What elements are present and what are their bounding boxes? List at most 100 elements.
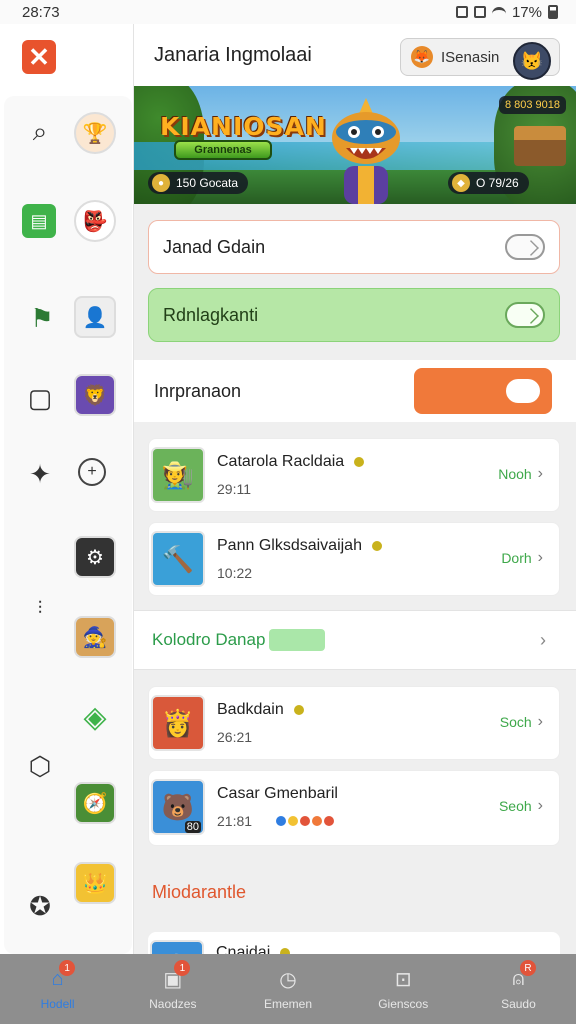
nav-profile[interactable]: ⍝ Saudo R <box>461 954 576 1024</box>
nav-label: Ememen <box>263 997 313 1011</box>
trophy-badge-icon[interactable]: 🏆 <box>74 112 116 154</box>
nfc-icon <box>455 6 468 18</box>
promo-banner[interactable]: KIANIOSAN Grannenas ● 150 Gocata ◆ O 79/… <box>134 86 576 204</box>
nav-compass[interactable]: ◷ Ememen <box>230 954 345 1024</box>
search-icon[interactable]: ⌕ <box>24 116 56 148</box>
toggle-c-switch[interactable] <box>414 368 552 414</box>
chevron-right-icon: › <box>537 713 543 730</box>
toggle-card-b[interactable]: Rdnlagkanti <box>148 288 560 342</box>
banner-title: KIANIOSAN <box>160 112 327 141</box>
game-title: Catarola Racldaia <box>217 453 345 470</box>
nav-label: Naodzes <box>149 997 197 1011</box>
user-switcher[interactable]: 🦊 ISenasin 😾 <box>400 38 560 80</box>
status-badges <box>275 816 334 826</box>
game-card[interactable]: 🐻 80 Casar Gmenbaril 21:81 Seoh › <box>148 770 560 846</box>
game-action-button[interactable]: Nooh › <box>498 465 543 483</box>
banner-subtitle-button[interactable]: Grannenas <box>174 140 272 160</box>
game-title: Pann Glksdsaivaijah <box>217 537 362 554</box>
window-icon[interactable]: ▢ <box>24 382 56 414</box>
battery-icon <box>548 5 558 19</box>
vibrate-icon <box>473 6 486 18</box>
left-rail: ✕ ⌕ 🏆 ▤ 👺 ⚑ 👤 ▢ 🦁 ✦ + ⚙ ⫶ 🧙 ◈ ⬡ 🧭 ✪ 👑 <box>0 24 134 954</box>
contact-card-icon[interactable]: 👤 <box>74 296 116 338</box>
star-icon[interactable]: ✦ <box>24 458 56 490</box>
game-title: Badkdain <box>217 701 284 718</box>
wifi-icon <box>491 7 506 17</box>
top-bar: Janaria Ingmolaai 🦊 ISenasin 😾 <box>134 24 576 86</box>
user-name: ISenasin <box>441 48 500 66</box>
flag-icon[interactable]: ⚑ <box>26 302 58 334</box>
character-thumb-icon: 🧝 <box>150 940 204 954</box>
game-name: Casar Gmenbaril <box>217 785 338 803</box>
bottom-nav: ⌂ Hodell 1 ▣ Naodzes 1 ◷ Ememen ⊡ Giensc… <box>0 954 576 1024</box>
toggle-c-label: Inrpranaon <box>154 380 242 401</box>
mini-avatar-icon: 🦊 <box>411 46 433 68</box>
farmer-character-icon: 🧑‍🌾 <box>151 447 205 503</box>
badge-dot <box>287 816 298 826</box>
game-action-button[interactable]: Soch › <box>500 713 543 731</box>
game-title: Cnaidai <box>216 944 271 954</box>
chevron-right-icon: › <box>540 629 546 650</box>
thumb-corner-label: 80 <box>184 821 201 833</box>
game-time: 29:11 <box>217 481 251 497</box>
gear-badge-icon[interactable]: ⚙ <box>74 536 116 578</box>
warrior-avatar-icon[interactable]: 🦁 <box>74 374 116 416</box>
adventurer-avatar-icon[interactable]: 🧭 <box>74 782 116 824</box>
add-circle-icon[interactable]: + <box>78 458 106 486</box>
hut-illustration <box>514 126 566 166</box>
game-action-label: Nooh <box>498 466 532 482</box>
toggle-a-switch[interactable] <box>505 234 545 260</box>
toggle-b-switch[interactable] <box>505 302 545 328</box>
nav-label: Gienscos <box>378 997 429 1011</box>
nav-controller[interactable]: ⊡ Gienscos <box>346 954 461 1024</box>
hammer-game-icon: 🔨 <box>151 531 205 587</box>
game-name: Cnaidai <box>216 944 291 954</box>
user-avatar[interactable]: 😾 <box>513 42 551 80</box>
game-name: Badkdain <box>217 701 304 719</box>
toggle-a-label: Janad Gdain <box>163 236 266 257</box>
online-dot <box>354 457 365 467</box>
notes-icon[interactable]: ▤ <box>22 204 56 238</box>
pin-icon[interactable]: ✪ <box>24 890 56 922</box>
game-card[interactable]: 🔨 Pann Glksdsaivaijah 10:22 Dorh › <box>148 522 560 596</box>
game-action-label: Soch <box>499 714 532 730</box>
sliders-icon[interactable]: ⫶ <box>24 592 56 624</box>
nav-label: Hodell <box>40 997 75 1011</box>
coins-chip[interactable]: ● 150 Gocata <box>148 172 249 194</box>
toggle-card-a[interactable]: Janad Gdain <box>148 220 560 274</box>
game-card[interactable]: 👸 Badkdain 26:21 Soch › <box>148 686 560 760</box>
chevron-right-icon: › <box>537 465 543 482</box>
notification-badge: 1 <box>59 960 76 976</box>
game-time: 26:21 <box>217 729 253 745</box>
game-name: Pann Glksdsaivaijah <box>217 537 382 555</box>
notification-badge: R <box>520 960 537 976</box>
section-row[interactable]: Kolodro Danap › <box>134 610 576 670</box>
toggle-knob <box>504 377 542 405</box>
king-avatar-icon[interactable]: 👑 <box>74 862 116 904</box>
chevron-right-icon: › <box>537 797 543 814</box>
chevron-right-icon: › <box>537 549 543 566</box>
game-action-button[interactable]: Dorh › <box>501 549 543 567</box>
hexagon-icon[interactable]: ⬡ <box>24 750 56 782</box>
heroine-character-icon: 👸 <box>151 695 205 751</box>
game-card-peek[interactable]: 🧝 Cnaidai <box>148 932 560 954</box>
toggle-row-c[interactable]: Inrpranaon <box>134 360 576 422</box>
wizard-avatar-icon[interactable]: 🧙 <box>74 616 116 658</box>
mask-badge-icon[interactable]: 👺 <box>74 200 116 242</box>
nav-home[interactable]: ⌂ Hodell 1 <box>0 954 115 1024</box>
dragon-mascot-icon <box>332 98 400 204</box>
game-action-label: Seoh <box>498 798 532 814</box>
rewards-chip[interactable]: ◆ O 79/26 <box>448 172 529 194</box>
game-action-label: Dorh <box>501 550 532 566</box>
battery-percent: 17% <box>511 3 542 21</box>
section-heading: Miodarantle <box>152 882 247 902</box>
nav-calendar[interactable]: ▣ Naodzes 1 <box>115 954 230 1024</box>
game-action-button[interactable]: Seoh › <box>499 797 543 815</box>
gem-badge-icon[interactable]: ◈ <box>74 696 116 738</box>
game-name: Catarola Racldaia <box>217 453 365 471</box>
game-card[interactable]: 🧑‍🌾 Catarola Racldaia 29:11 Nooh › <box>148 438 560 512</box>
game-title: Casar Gmenbaril <box>217 785 338 802</box>
badge-dot <box>275 816 286 826</box>
close-button[interactable]: ✕ <box>22 40 56 74</box>
highlight-marker <box>269 629 326 651</box>
